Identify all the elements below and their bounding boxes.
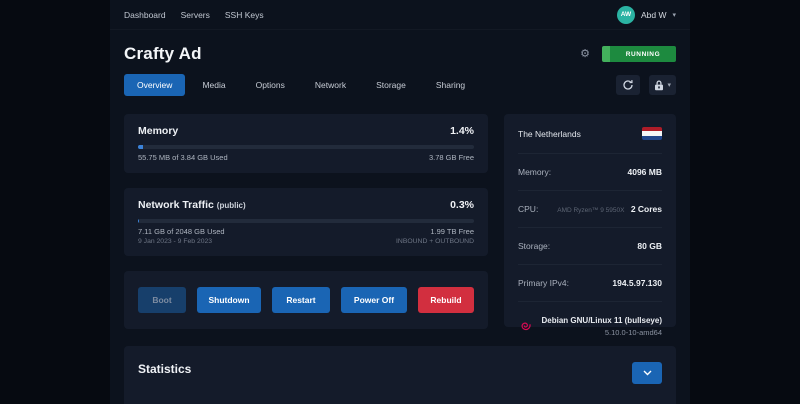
network-title-suffix: (public)	[217, 201, 246, 210]
memory-used-text: 55.75 MB of 3.84 GB Used	[138, 153, 228, 162]
statistics-card: Statistics	[124, 346, 676, 404]
network-card-title: Network Traffic (public)	[138, 199, 246, 211]
statistics-title: Statistics	[138, 362, 191, 376]
nav-links: Dashboard Servers SSH Keys	[124, 10, 264, 20]
status-strip	[602, 46, 610, 62]
memory-card-title: Memory	[138, 125, 178, 137]
memory-info-label: Memory:	[518, 167, 551, 177]
network-title-text: Network Traffic	[138, 199, 214, 211]
lock-button[interactable]: ▾	[649, 75, 676, 95]
power-actions-card: Boot Shutdown Restart Power Off Rebuild	[124, 271, 488, 329]
cpu-info-label: CPU:	[518, 204, 538, 214]
overview-panel: Memory 1.4% 55.75 MB of 3.84 GB Used 3.7…	[110, 106, 690, 404]
nav-item-servers[interactable]: Servers	[181, 10, 210, 20]
tab-options[interactable]: Options	[243, 74, 298, 96]
network-scope-text: INBOUND + OUTBOUND	[396, 238, 474, 245]
avatar: AW	[617, 6, 635, 24]
status-badge: RUNNING	[602, 46, 676, 62]
storage-info-row: Storage: 80 GB	[518, 227, 662, 264]
restart-button[interactable]: Restart	[272, 287, 330, 313]
memory-progress-fill	[138, 145, 143, 149]
storage-info-value: 80 GB	[637, 241, 662, 251]
page-title: Crafty Ad	[124, 44, 202, 64]
ipv4-info-value: 194.5.97.130	[612, 278, 662, 288]
memory-free-text: 3.78 GB Free	[429, 153, 474, 162]
header-actions: ⚙ RUNNING	[580, 46, 676, 62]
storage-info-label: Storage:	[518, 241, 550, 251]
tab-actions: ▾	[616, 75, 676, 95]
memory-card: Memory 1.4% 55.75 MB of 3.84 GB Used 3.7…	[124, 114, 488, 173]
chevron-down-icon	[643, 370, 652, 376]
netherlands-flag-icon	[642, 127, 662, 140]
ipv4-info-label: Primary IPv4:	[518, 278, 569, 288]
tab-network[interactable]: Network	[302, 74, 359, 96]
network-free-text: 1.99 TB Free	[430, 227, 474, 236]
gear-icon[interactable]: ⚙	[580, 49, 590, 60]
tab-storage[interactable]: Storage	[363, 74, 419, 96]
cpu-cores-text: 2 Cores	[631, 204, 662, 214]
network-period-text: 9 Jan 2023 - 9 Feb 2023	[138, 238, 212, 245]
memory-info-value: 4096 MB	[628, 167, 663, 177]
chevron-down-icon: ▾	[672, 11, 676, 19]
cpu-info-row: CPU: AMD Ryzen™ 9 5950X 2 Cores	[518, 190, 662, 227]
statistics-toggle-button[interactable]	[632, 362, 662, 384]
network-used-text: 7.11 GB of 2048 GB Used	[138, 227, 225, 236]
os-name: Debian GNU/Linux 11 (bullseye)	[542, 316, 662, 325]
ipv4-info-row: Primary IPv4: 194.5.97.130	[518, 264, 662, 301]
cpu-info-value: AMD Ryzen™ 9 5950X 2 Cores	[557, 204, 662, 214]
top-nav: Dashboard Servers SSH Keys AW Abd W ▾	[110, 0, 690, 30]
memory-info-row: Memory: 4096 MB	[518, 153, 662, 190]
chevron-down-icon: ▾	[667, 81, 671, 89]
memory-percent: 1.4%	[450, 125, 474, 137]
nav-item-dashboard[interactable]: Dashboard	[124, 10, 166, 20]
tabs-row: Overview Media Options Network Storage S…	[110, 70, 690, 106]
info-column: The Netherlands Memory: 4096 MB CPU: AMD…	[504, 114, 676, 329]
server-info-card: The Netherlands Memory: 4096 MB CPU: AMD…	[504, 114, 676, 327]
refresh-icon	[622, 79, 634, 91]
nav-item-ssh-keys[interactable]: SSH Keys	[225, 10, 264, 20]
tab-overview[interactable]: Overview	[124, 74, 185, 96]
shutdown-button[interactable]: Shutdown	[197, 287, 261, 313]
tabs: Overview Media Options Network Storage S…	[124, 74, 478, 96]
network-traffic-card: Network Traffic (public) 0.3% 7.11 GB of…	[124, 188, 488, 256]
tab-media[interactable]: Media	[189, 74, 238, 96]
lock-icon	[654, 80, 664, 91]
os-text: Debian GNU/Linux 11 (bullseye) 5.10.0-10…	[542, 316, 662, 337]
tab-sharing[interactable]: Sharing	[423, 74, 478, 96]
boot-button[interactable]: Boot	[138, 287, 186, 313]
page-header: Crafty Ad ⚙ RUNNING	[110, 30, 690, 70]
memory-progress-bar	[138, 145, 474, 149]
rebuild-button[interactable]: Rebuild	[418, 287, 474, 313]
power-off-button[interactable]: Power Off	[341, 287, 407, 313]
content-band: Dashboard Servers SSH Keys AW Abd W ▾ Cr…	[110, 0, 690, 404]
cpu-model-text: AMD Ryzen™ 9 5950X	[557, 207, 624, 214]
network-progress-fill	[138, 219, 139, 223]
usage-column: Memory 1.4% 55.75 MB of 3.84 GB Used 3.7…	[124, 114, 488, 329]
os-info-row: Debian GNU/Linux 11 (bullseye) 5.10.0-10…	[518, 301, 662, 351]
refresh-button[interactable]	[616, 75, 640, 95]
status-label: RUNNING	[610, 46, 676, 62]
debian-logo-icon	[518, 318, 535, 335]
location-row: The Netherlands	[518, 114, 662, 153]
os-kernel: 5.10.0-10-amd64	[542, 328, 662, 337]
network-percent: 0.3%	[450, 199, 474, 211]
user-menu[interactable]: AW Abd W ▾	[617, 6, 676, 24]
location-name: The Netherlands	[518, 129, 581, 139]
user-name: Abd W	[641, 10, 667, 20]
network-progress-bar	[138, 219, 474, 223]
